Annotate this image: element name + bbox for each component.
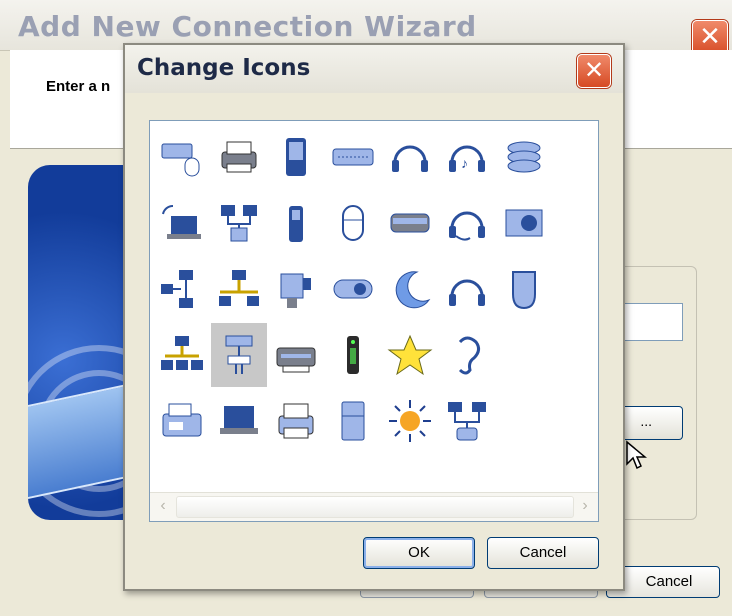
networked-computers-icon[interactable] <box>439 389 495 453</box>
speaker-icon[interactable] <box>496 191 552 255</box>
change-icons-dialog: Change Icons ✕ ♪ ‹ › OK Cancel <box>123 43 625 591</box>
change-icon-button-label: ... <box>640 413 652 429</box>
phone-handset-icon[interactable] <box>496 257 552 321</box>
laptop-icon[interactable] <box>211 389 267 453</box>
icon-list[interactable]: ♪ ‹ › <box>149 120 599 522</box>
sun-icon[interactable] <box>382 389 438 453</box>
moon-icon[interactable] <box>382 257 438 321</box>
headphones-icon[interactable] <box>382 125 438 189</box>
printer-2-icon[interactable] <box>268 323 324 387</box>
network-computers-icon[interactable] <box>211 191 267 255</box>
ear-icon[interactable] <box>439 323 495 387</box>
scrollbar-thumb[interactable] <box>176 496 574 518</box>
keyboard-icon[interactable] <box>325 125 381 189</box>
network-computers-2-icon[interactable] <box>154 323 210 387</box>
dialog-close-icon[interactable]: ✕ <box>577 54 611 88</box>
mouse-cursor-icon <box>626 440 647 470</box>
headphones-simple-icon[interactable] <box>439 257 495 321</box>
pda-icon[interactable] <box>268 125 324 189</box>
star-icon[interactable] <box>382 323 438 387</box>
scanner-icon[interactable] <box>382 191 438 255</box>
projector-icon[interactable] <box>268 257 324 321</box>
wizard-title: Add New Connection Wizard <box>18 10 477 43</box>
mouse-icon[interactable] <box>325 191 381 255</box>
scroll-right-icon[interactable]: › <box>574 495 596 517</box>
connection-name-field[interactable] <box>618 303 683 341</box>
printer-icon[interactable] <box>211 125 267 189</box>
hub-network-icon[interactable] <box>211 323 267 387</box>
dialog-title-bar: Change Icons <box>125 45 623 93</box>
wizard-cancel-label: Cancel <box>645 573 693 590</box>
disks-icon[interactable] <box>496 125 552 189</box>
dialog-title: Change Icons <box>137 55 311 81</box>
headphones-music-icon[interactable]: ♪ <box>439 125 495 189</box>
svg-text:♪: ♪ <box>461 155 468 171</box>
wizard-prompt: Enter a n <box>46 78 111 95</box>
fax-icon[interactable] <box>154 389 210 453</box>
fridge-icon[interactable] <box>325 389 381 453</box>
laptop-wireless-icon[interactable] <box>154 191 210 255</box>
network-tree-icon[interactable] <box>211 257 267 321</box>
horizontal-scrollbar[interactable]: ‹ › <box>150 492 598 521</box>
cancel-button[interactable]: Cancel <box>487 537 599 569</box>
remote-control-icon[interactable] <box>325 323 381 387</box>
keyboard-mouse-icon[interactable] <box>154 125 210 189</box>
ok-button[interactable]: OK <box>363 537 475 569</box>
scroll-left-icon[interactable]: ‹ <box>152 495 174 517</box>
headset-icon[interactable] <box>439 191 495 255</box>
webcam-icon[interactable] <box>325 257 381 321</box>
network-hub-icon[interactable] <box>154 257 210 321</box>
cell-phone-icon[interactable] <box>268 191 324 255</box>
printer-3-icon[interactable] <box>268 389 324 453</box>
